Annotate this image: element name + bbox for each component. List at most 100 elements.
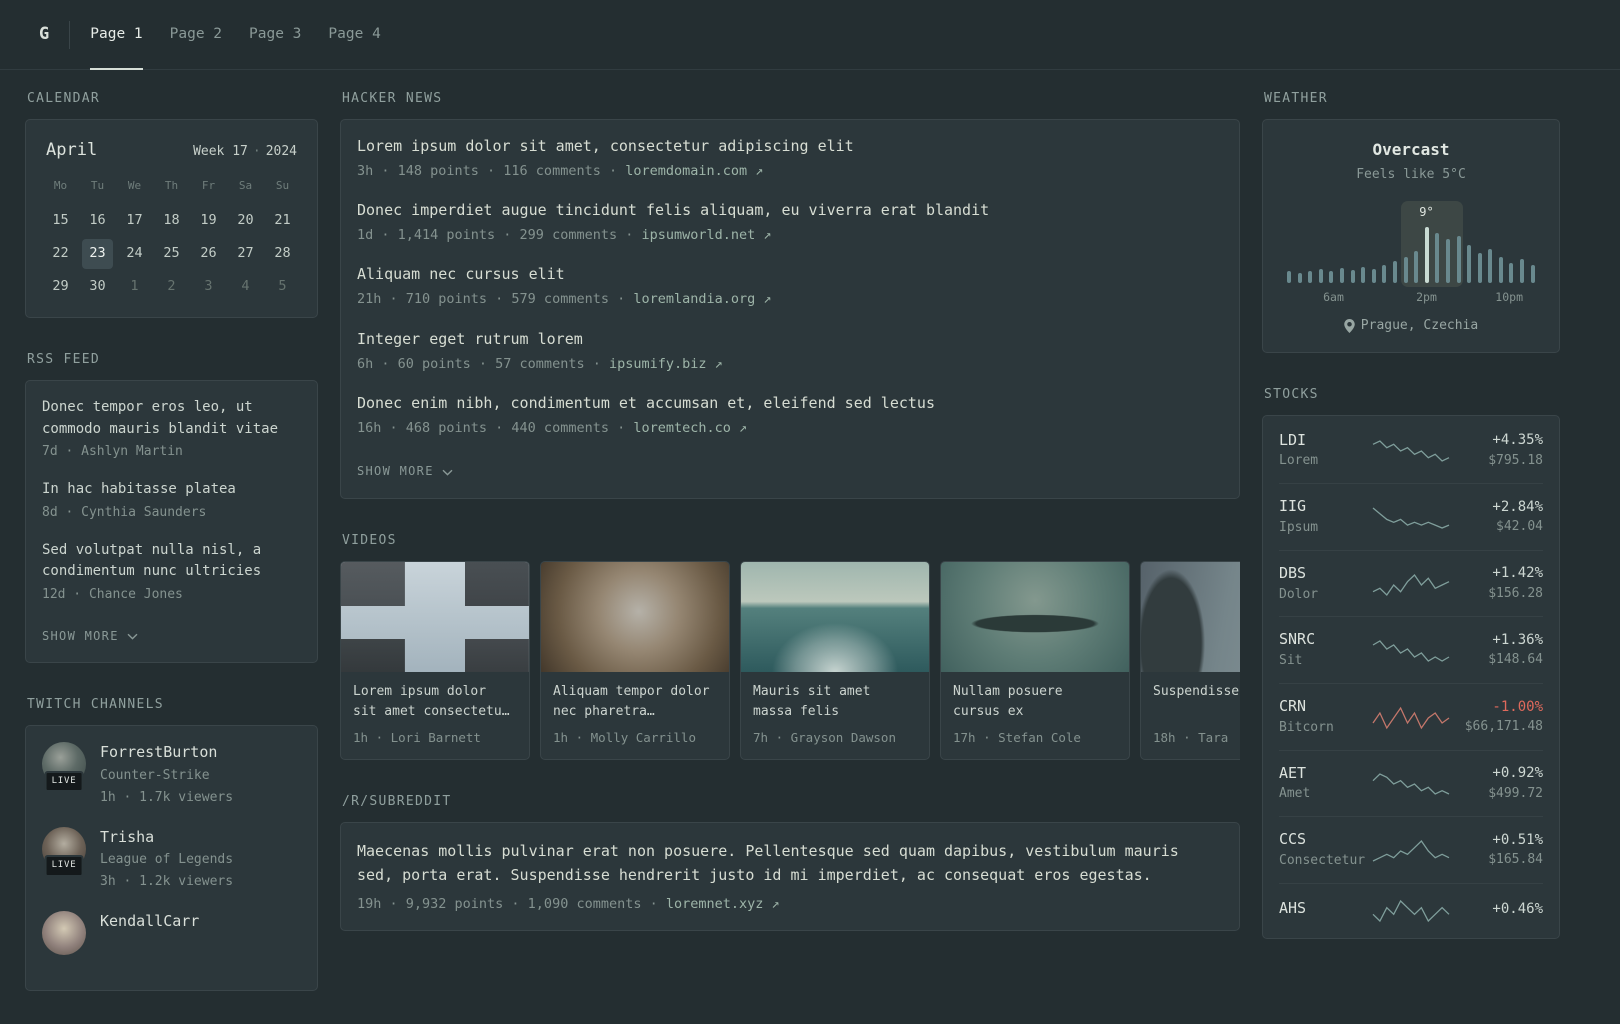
twitch-channel-name[interactable]: KendallCarr xyxy=(100,911,199,933)
video-card[interactable]: Lorem ipsum dolor sit amet consectetu… 1h… xyxy=(340,560,530,760)
video-thumbnail[interactable] xyxy=(1141,561,1240,672)
calendar-day: 21 xyxy=(274,212,291,229)
twitch-channel-name[interactable]: ForrestBurton xyxy=(100,742,233,764)
stock-price: $165.84 xyxy=(1488,852,1543,868)
video-title[interactable]: Aliquam tempor dolor nec pharetra… xyxy=(553,682,717,722)
calendar-week: Week 17 xyxy=(193,143,248,159)
stock-name: Sit xyxy=(1279,653,1303,669)
twitch-category[interactable]: League of Legends xyxy=(100,851,233,870)
twitch-viewers: 3h · 1.2k viewers xyxy=(100,874,234,890)
avatar[interactable] xyxy=(42,910,86,955)
hn-item-domain[interactable]: ipsumify.biz ↗ xyxy=(609,356,723,372)
hn-item-domain[interactable]: loremlandia.org ↗ xyxy=(633,291,771,307)
twitch-list: LIVE ForrestBurton Counter-Strike 1h · 1.7k… xyxy=(42,742,301,955)
hn-item-domain[interactable]: loremtech.co ↗ xyxy=(633,420,747,436)
stock-row[interactable]: SNRC Sit +1.36% $148.64 xyxy=(1279,616,1543,683)
hn-item-domain[interactable]: ipsumworld.net ↗ xyxy=(641,227,771,243)
live-badge: LIVE xyxy=(44,771,84,793)
video-meta: 1h · Lori Barnett xyxy=(353,729,481,745)
rss-item-title[interactable]: In hac habitasse platea xyxy=(42,479,301,501)
tab-page-2[interactable]: Page 2 xyxy=(170,0,222,69)
stock-row[interactable]: DBS Dolor +1.42% $156.28 xyxy=(1279,549,1543,617)
video-thumbnail[interactable] xyxy=(941,561,1129,672)
weather-bar xyxy=(1414,250,1419,283)
logo[interactable]: G xyxy=(25,22,69,47)
subreddit-post-domain[interactable]: loremnet.xyz ↗ xyxy=(666,896,780,912)
rss-item-title[interactable]: Donec tempor eros leo, ut commodo mauris… xyxy=(42,397,301,440)
stock-row[interactable]: LDI Lorem +4.35% $795.18 xyxy=(1279,418,1543,484)
subreddit-card: Maecenas mollis pulvinar erat non posuer… xyxy=(340,821,1240,932)
weather-bar xyxy=(1308,270,1313,283)
stock-name: Amet xyxy=(1279,786,1311,802)
video-card[interactable]: Suspendisse diam 18h · Tara xyxy=(1140,560,1240,760)
weather-bar xyxy=(1520,258,1525,283)
hackernews-show-more-button[interactable]: SHOW MORE xyxy=(357,463,453,480)
calendar-day: 23 xyxy=(82,238,113,269)
stock-name: Bitcorn xyxy=(1279,719,1334,735)
video-title[interactable]: Mauris sit amet massa felis xyxy=(753,682,917,722)
hn-item-title[interactable]: Aliquam nec cursus elit xyxy=(357,264,1223,286)
video-title[interactable]: Nullam posuere cursus ex xyxy=(953,682,1117,722)
tab-page-4[interactable]: Page 4 xyxy=(328,0,380,69)
video-title[interactable]: Lorem ipsum dolor sit amet consectetu… xyxy=(353,682,517,722)
stock-price: $795.18 xyxy=(1488,452,1543,468)
tab-page-1[interactable]: Page 1 xyxy=(90,0,144,70)
stock-symbol: CCS xyxy=(1279,830,1307,849)
weather-bar xyxy=(1382,264,1387,283)
calendar-day: 1 xyxy=(130,277,139,294)
dashboard: CALENDAR April Week 17 · 2024 Mo Tu We Th Fr Sa… xyxy=(0,70,1620,1024)
weather-bar xyxy=(1509,262,1514,283)
weather-bar xyxy=(1435,232,1440,283)
stock-row[interactable]: CCS Consectetur +0.51% $165.84 xyxy=(1279,816,1543,883)
twitch-channel[interactable]: LIVE Trisha League of Legends 3h · 1.2k vie… xyxy=(42,826,301,892)
twitch-channel[interactable]: KendallCarr xyxy=(42,910,301,955)
twitch-category[interactable]: Counter-Strike xyxy=(100,767,233,786)
twitch-channel-name[interactable]: Trisha xyxy=(100,827,233,849)
videos-row: Lorem ipsum dolor sit amet consectetu… 1h… xyxy=(340,560,1240,760)
stock-change: -1.00% xyxy=(1492,698,1543,715)
video-thumbnail[interactable] xyxy=(741,561,929,672)
twitch-channel[interactable]: LIVE ForrestBurton Counter-Strike 1h · 1.7k… xyxy=(42,742,301,807)
hn-item-title[interactable]: Integer eget rutrum lorem xyxy=(357,329,1223,351)
stock-row[interactable]: CRN Bitcorn -1.00% $66,171.48 xyxy=(1279,682,1543,750)
weather-location: Prague, Czechia xyxy=(1360,317,1479,333)
video-card[interactable]: Nullam posuere cursus ex 17h · Stefan Col… xyxy=(940,560,1130,760)
video-title[interactable]: Suspendisse diam xyxy=(1153,682,1240,722)
weather-bar xyxy=(1339,267,1344,283)
hn-item-meta: 16h · 468 points · 440 comments · loremt… xyxy=(357,419,748,436)
hn-item-domain[interactable]: loremdomain.com ↗ xyxy=(625,163,763,179)
subreddit-post-title[interactable]: Maecenas mollis pulvinar erat non posuer… xyxy=(357,839,1223,887)
video-meta: 7h · Grayson Dawson xyxy=(753,729,896,745)
weather-bar xyxy=(1403,256,1408,283)
rss-show-more-button[interactable]: SHOW MORE xyxy=(42,628,138,645)
stock-info: LDI Lorem xyxy=(1279,430,1361,472)
stock-info: AET Amet xyxy=(1279,763,1361,805)
weather-location-row: Prague, Czechia xyxy=(1279,317,1543,336)
twitch-card: LIVE ForrestBurton Counter-Strike 1h · 1.7k… xyxy=(25,725,318,991)
weather-bar xyxy=(1467,244,1472,283)
stock-row[interactable]: AET Amet +0.92% $499.72 xyxy=(1279,749,1543,817)
rss-item-title[interactable]: Sed volutpat nulla nisl, a condimentum n… xyxy=(42,540,301,583)
hn-item-title[interactable]: Lorem ipsum dolor sit amet, consectetur … xyxy=(357,136,1223,158)
stock-change: +4.35% xyxy=(1492,432,1543,449)
top-nav: G Page 1 Page 2 Page 3 Page 4 xyxy=(0,0,1620,70)
hn-item: Integer eget rutrum lorem 6h · 60 points … xyxy=(357,329,1223,374)
rss-section-title: RSS FEED xyxy=(27,352,101,368)
video-thumbnail[interactable] xyxy=(541,561,729,672)
videos-widget: VIDEOS Lorem ipsum dolor sit amet consec… xyxy=(340,532,1240,760)
stock-change: +0.46% xyxy=(1492,901,1543,918)
hn-item-title[interactable]: Donec imperdiet augue tincidunt felis al… xyxy=(357,200,1223,222)
hn-item: Donec imperdiet augue tincidunt felis al… xyxy=(357,200,1223,245)
video-card[interactable]: Aliquam tempor dolor nec pharetra… 1h · M… xyxy=(540,560,730,760)
video-meta: 17h · Stefan Cole xyxy=(953,729,1081,745)
tab-page-3[interactable]: Page 3 xyxy=(249,0,301,69)
video-thumbnail[interactable] xyxy=(341,561,529,672)
weather-bar xyxy=(1371,268,1376,283)
hn-item-title[interactable]: Donec enim nibh, condimentum et accumsan… xyxy=(357,393,1223,415)
calendar-week-year: Week 17 · 2024 xyxy=(193,143,297,162)
video-card[interactable]: Mauris sit amet massa felis 7h · Grayson … xyxy=(740,560,930,760)
stock-info: CCS Consectetur xyxy=(1279,829,1365,871)
calendar-day-header: Fr xyxy=(201,179,216,193)
stock-row[interactable]: AHS +0.46% xyxy=(1279,882,1543,936)
stock-row[interactable]: IIG Ipsum +2.84% $42.04 xyxy=(1279,483,1543,550)
